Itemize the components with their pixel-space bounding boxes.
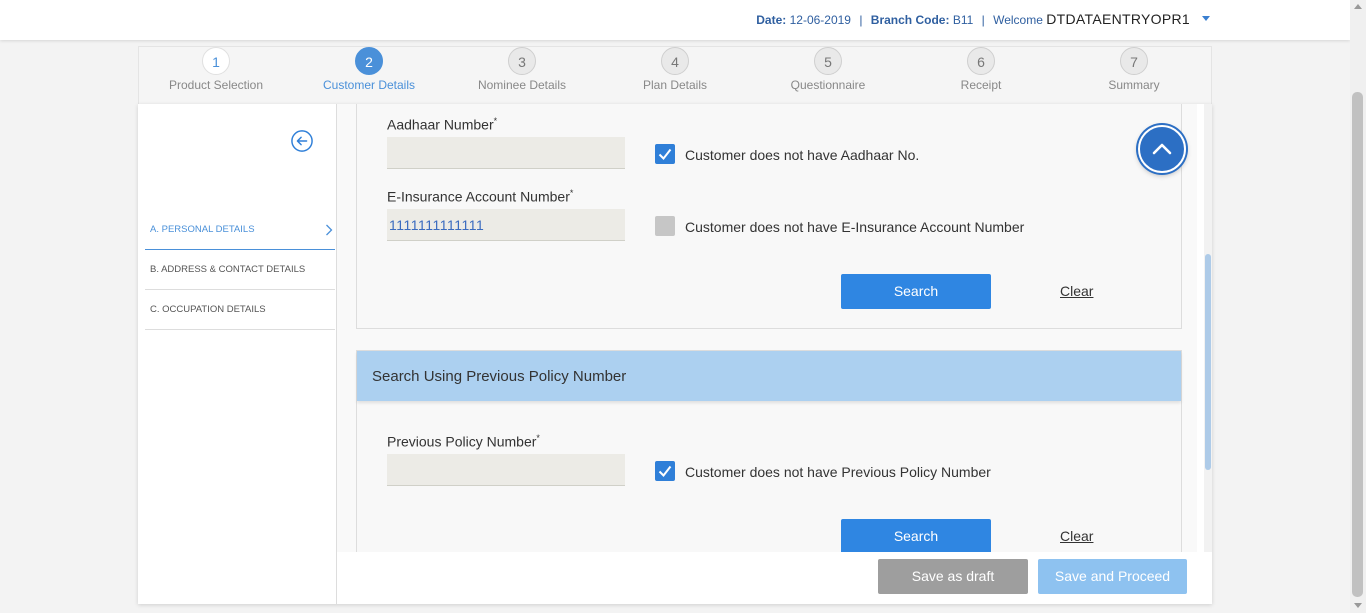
checkmark-icon [658, 148, 672, 161]
step-label: Receipt [960, 78, 1002, 92]
step-receipt[interactable]: 6 Receipt [921, 47, 1041, 92]
user-name[interactable]: DTDATAENTRYOPR1 [1046, 11, 1190, 27]
no-einsurance-label: Customer does not have E-Insurance Accou… [685, 219, 1025, 235]
step-number: 3 [508, 47, 536, 75]
policy-number-label: Previous Policy Number* [387, 433, 540, 450]
save-proceed-button[interactable]: Save and Proceed [1038, 559, 1187, 594]
aadhaar-label-text: Aadhaar Number [387, 116, 494, 133]
step-questionnaire[interactable]: 5 Questionnaire [768, 47, 888, 92]
aadhaar-label: Aadhaar Number* [387, 116, 497, 133]
chevron-right-icon [326, 224, 333, 236]
checkmark-icon [658, 465, 672, 478]
sidebar-item-label: A. PERSONAL DETAILS [150, 224, 255, 235]
back-arrow-circle-icon[interactable] [291, 130, 313, 152]
content-scrollbar-thumb[interactable] [1205, 254, 1211, 470]
section-sidebar: A. PERSONAL DETAILS B. ADDRESS & CONTACT… [138, 104, 337, 604]
separator: | [859, 13, 863, 27]
step-number: 5 [814, 47, 842, 75]
branch-label: Branch Code: [870, 13, 950, 27]
einsurance-label-text: E-Insurance Account Number [387, 188, 570, 205]
step-label: Plan Details [642, 78, 708, 92]
aadhaar-input[interactable] [387, 137, 625, 169]
clear-link[interactable]: Clear [1060, 283, 1093, 299]
no-policy-label: Customer does not have Previous Policy N… [685, 464, 991, 480]
required-mark: * [493, 116, 498, 126]
progress-stepper: 1 Product Selection 2 Customer Details 3… [138, 46, 1212, 105]
step-number: 6 [967, 47, 995, 75]
step-number: 2 [355, 47, 383, 75]
policy-search-card: Search Using Previous Policy Number Prev… [356, 350, 1182, 552]
sidebar-item-label: C. OCCUPATION DETAILS [150, 304, 266, 315]
scroll-up-arrow-icon[interactable] [1354, 4, 1362, 9]
scroll-top-button[interactable] [1138, 125, 1186, 173]
step-summary[interactable]: 7 Summary [1074, 47, 1194, 92]
sidebar-item-personal-details[interactable]: A. PERSONAL DETAILS [145, 210, 335, 250]
top-bar: Date: 12-06-2019 | Branch Code: B11 | We… [0, 0, 1350, 40]
session-info: Date: 12-06-2019 | Branch Code: B11 | We… [756, 11, 1190, 27]
step-label: Summary [1108, 78, 1160, 92]
step-nominee-details[interactable]: 3 Nominee Details [462, 47, 582, 92]
step-number: 1 [202, 47, 230, 75]
separator: | [981, 13, 985, 27]
policy-number-input[interactable] [387, 454, 625, 486]
main-panel: A. PERSONAL DETAILS B. ADDRESS & CONTACT… [138, 104, 1212, 604]
step-plan-details[interactable]: 4 Plan Details [615, 47, 735, 92]
step-label: Questionnaire [790, 78, 866, 92]
step-label: Nominee Details [477, 78, 567, 92]
step-customer-details[interactable]: 2 Customer Details [309, 47, 429, 92]
required-mark: * [569, 188, 574, 198]
section-title: Search Using Previous Policy Number [372, 368, 627, 385]
sidebar-item-label: B. ADDRESS & CONTACT DETAILS [150, 264, 306, 275]
page-scrollbar-thumb[interactable] [1352, 92, 1363, 597]
chevron-up-icon [1152, 143, 1172, 155]
date-value: 12-06-2019 [789, 13, 851, 27]
sidebar-item-occupation[interactable]: C. OCCUPATION DETAILS [145, 290, 335, 330]
search-button[interactable]: Search [841, 274, 991, 309]
welcome-label: Welcome [993, 13, 1043, 27]
scroll-content[interactable]: Aadhaar Number* Customer does not have A… [337, 104, 1197, 552]
policy-label-text: Previous Policy Number [387, 433, 537, 450]
branch-value: B11 [952, 13, 974, 27]
step-label: Product Selection [168, 78, 264, 92]
no-aadhaar-checkbox[interactable] [655, 144, 675, 164]
required-mark: * [536, 433, 540, 443]
policy-search-button[interactable]: Search [841, 519, 991, 552]
step-label: Customer Details [322, 78, 416, 92]
einsurance-label: E-Insurance Account Number* [387, 188, 573, 205]
scroll-down-arrow-icon[interactable] [1354, 603, 1362, 608]
einsurance-input[interactable] [387, 209, 625, 241]
date-label: Date: [756, 13, 787, 27]
no-policy-checkbox[interactable] [655, 461, 675, 481]
identity-search-card: Aadhaar Number* Customer does not have A… [356, 104, 1182, 329]
sidebar-item-address-contact[interactable]: B. ADDRESS & CONTACT DETAILS [145, 250, 335, 290]
step-number: 4 [661, 47, 689, 75]
user-menu-caret-icon[interactable] [1202, 16, 1210, 21]
policy-clear-link[interactable]: Clear [1060, 528, 1093, 544]
section-header: Search Using Previous Policy Number [357, 351, 1181, 401]
save-draft-button[interactable]: Save as draft [878, 559, 1028, 594]
step-product-selection[interactable]: 1 Product Selection [156, 47, 276, 92]
step-number: 7 [1120, 47, 1148, 75]
no-einsurance-checkbox[interactable] [655, 216, 675, 236]
no-aadhaar-label: Customer does not have Aadhaar No. [685, 147, 920, 163]
